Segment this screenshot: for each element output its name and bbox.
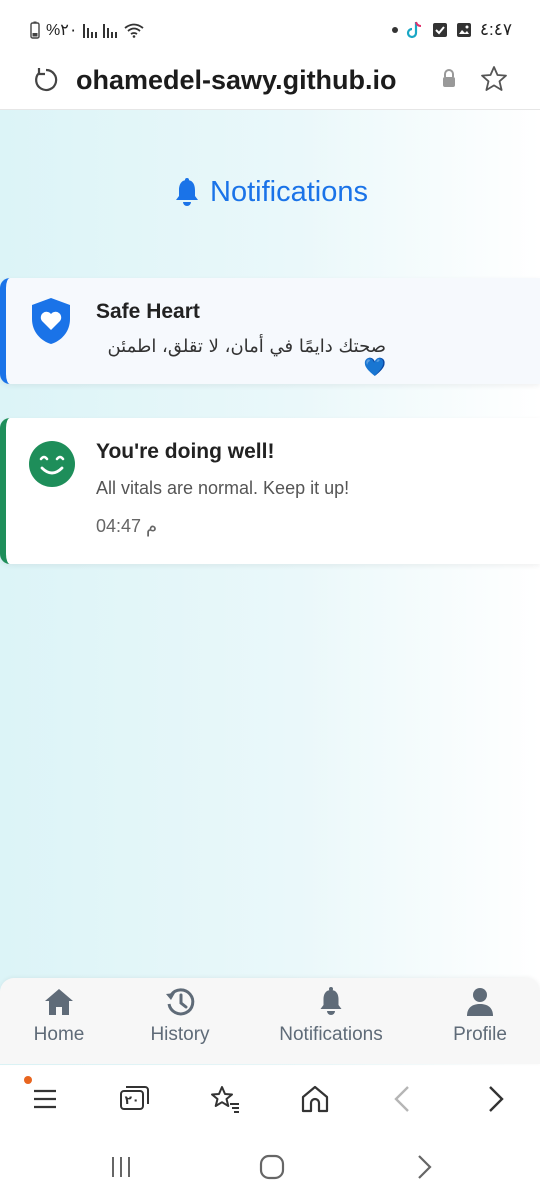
battery-percent: %٢٠ [46,22,78,39]
status-right: ٤:٤٧ [391,20,512,40]
user-icon [467,988,493,1016]
lock-icon[interactable] [440,68,458,90]
home-icon [45,989,73,1015]
bell-icon [320,987,342,1015]
page-title-text: Notifications [210,176,368,208]
notification-time: 04:47 م [96,516,158,536]
image-icon [456,23,471,37]
star-icon[interactable] [478,63,510,95]
back-chevron-icon[interactable] [410,1152,440,1182]
nav-item-history[interactable]: History [140,986,220,1056]
notification-title: Safe Heart [96,300,200,323]
status-time: ٤:٤٧ [479,20,512,39]
checkbox-icon [432,23,447,37]
smile-icon [29,441,75,487]
page-content: Notifications Safe Heart صحتك دايمًا في … [0,110,540,1065]
nav-label: Profile [453,1024,507,1045]
signal-icon [83,22,98,38]
tabs-button[interactable]: ٢٠ [117,1082,151,1116]
bottom-nav: Home History Notifications Profile [0,978,540,1064]
notification-title: You're doing well! [96,440,275,463]
recent-apps-icon[interactable] [106,1152,136,1182]
system-nav [0,1136,540,1200]
reload-icon[interactable] [30,64,62,96]
forward-icon[interactable] [478,1082,512,1116]
url-field[interactable]: ohamedel-sawy.github.io [76,62,426,98]
nav-label: History [150,1024,210,1045]
nav-label: Home [33,1024,85,1045]
tab-count: ٢٠ [124,1093,140,1107]
status-left: %٢٠ [30,20,145,40]
nav-item-notifications[interactable]: Notifications [270,986,392,1056]
battery-icon [30,21,40,39]
history-icon [166,988,195,1016]
page-title: Notifications [0,176,540,209]
nav-item-home[interactable]: Home [24,986,94,1056]
back-icon[interactable] [386,1082,420,1116]
bell-icon [176,177,199,206]
wifi-icon [124,23,144,38]
tiktok-icon [406,21,421,39]
shield-heart-icon [32,298,70,344]
notification-message: All vitals are normal. Keep it up! [96,478,350,498]
menu-icon[interactable] [28,1082,62,1116]
status-bar: %٢٠ ٤:٤٧ [0,0,540,58]
address-bar: ohamedel-sawy.github.io [0,58,540,110]
notification-card[interactable]: Safe Heart صحتك دايمًا في أمان، لا تقلق،… [0,278,540,384]
notification-card[interactable]: You're doing well! All vitals are normal… [0,418,540,564]
bookmarks-icon[interactable] [208,1082,242,1116]
nav-item-profile[interactable]: Profile [444,986,516,1056]
signal-icon [103,22,118,38]
dot-icon [391,27,398,33]
browser-toolbar: ٢٠ [0,1066,540,1136]
notification-message: صحتك دايمًا في أمان، لا تقلق، اطمئن 💙 [107,336,386,378]
nav-label: Notifications [279,1024,383,1045]
home-icon[interactable] [298,1082,332,1116]
screen: %٢٠ ٤:٤٧ ohamedel-sawy.github.io Notific… [0,0,540,1200]
home-circle-icon[interactable] [257,1152,287,1182]
